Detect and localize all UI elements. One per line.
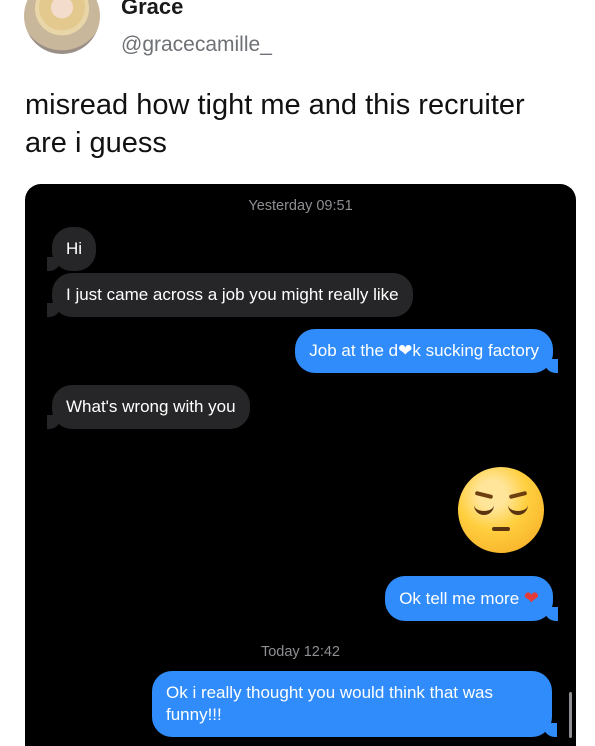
chat-screenshot: Yesterday 09:51 Hi I just came across a …	[25, 184, 576, 746]
timestamp-today: Today 12:42	[260, 644, 340, 660]
message-outgoing: Job at the d❤k sucking factory	[295, 329, 558, 373]
avatar	[24, 0, 100, 54]
message-outgoing: Ok tell me more ❤	[385, 576, 558, 621]
message-outgoing: Ok i really thought you would think that…	[152, 671, 557, 737]
message-incoming: What's wrong with you	[47, 385, 250, 429]
scrollbar[interactable]	[569, 692, 572, 738]
message-incoming: I just came across a job you might reall…	[47, 273, 413, 317]
heart-icon: ❤	[523, 588, 539, 608]
timestamp-yesterday: Yesterday 09:51	[248, 198, 353, 214]
message-text: Ok tell me more	[399, 589, 520, 608]
pensive-face-emoji	[458, 467, 544, 553]
avatar-photo	[32, 0, 92, 36]
tweet-text: misread how tight me and this recruiter …	[25, 89, 525, 159]
user-handle: @gracecamille_	[121, 33, 272, 56]
display-name: Grace	[121, 0, 184, 19]
message-incoming: Hi	[46, 227, 97, 271]
